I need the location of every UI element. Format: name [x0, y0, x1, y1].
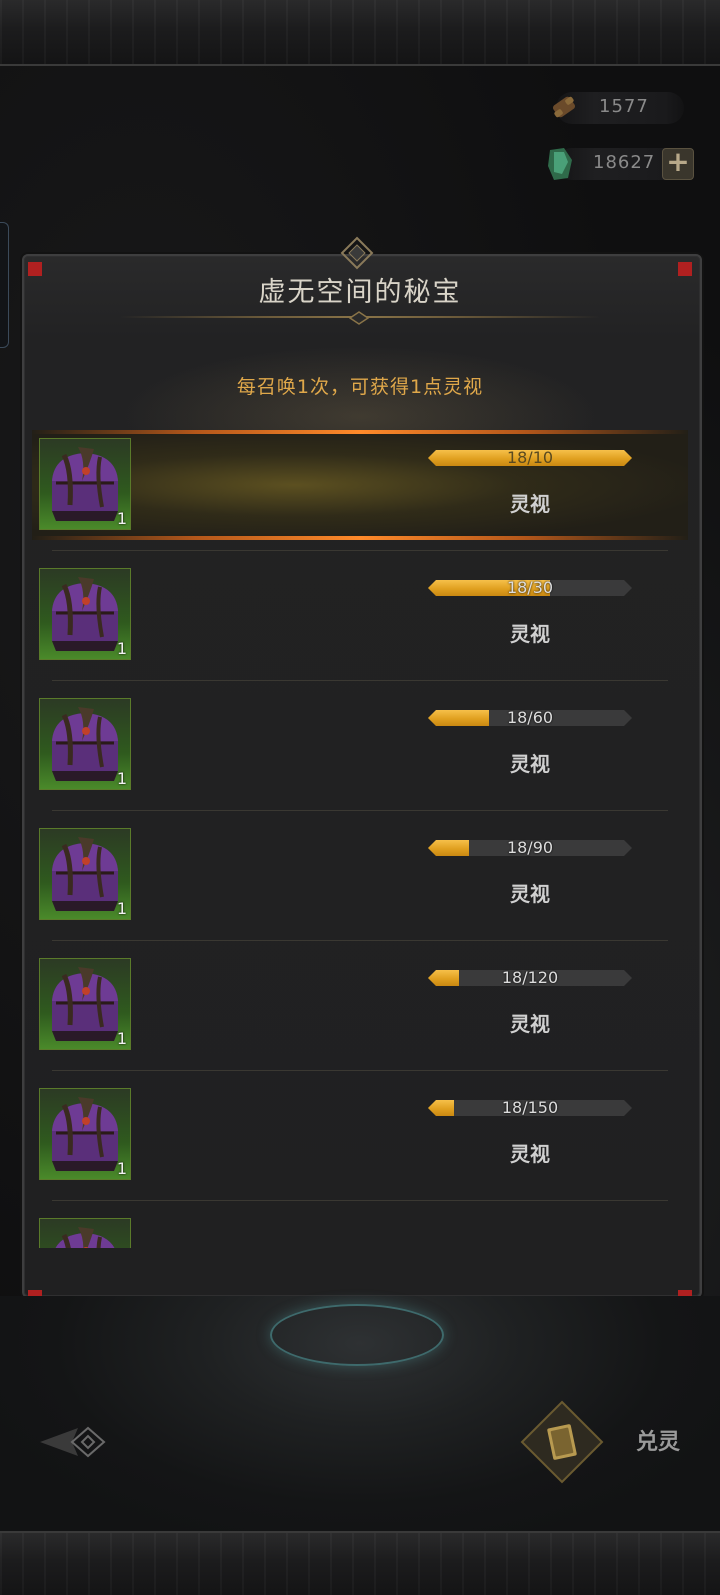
progress-text: 18/10: [506, 448, 554, 467]
reward-row[interactable]: 1 18/60 灵视: [32, 690, 688, 800]
add-gem-button[interactable]: +: [662, 148, 694, 180]
title-ornament-icon: [340, 236, 374, 270]
row-separator: [52, 550, 668, 551]
purple-chest-icon: [52, 707, 118, 781]
reward-item-slot[interactable]: 1: [39, 698, 131, 790]
divider-ornament-icon: [349, 311, 369, 325]
progress-text: 18/30: [506, 578, 554, 597]
highlight-glow: [32, 430, 688, 434]
progress-bar: 18/120: [428, 968, 632, 987]
scroll-icon: [552, 96, 576, 118]
row-separator: [52, 940, 668, 941]
item-count: 1: [116, 769, 127, 788]
card-icon[interactable]: [520, 1400, 604, 1484]
row-separator: [52, 680, 668, 681]
progress-bar: 18/60: [428, 708, 632, 727]
top-ornate-bar: [0, 0, 720, 66]
row-separator: [52, 810, 668, 811]
gem-currency: 18627 +: [548, 148, 694, 180]
reward-label: 灵视: [510, 1012, 550, 1036]
progress-text: 18/90: [506, 838, 554, 857]
progress-bar: 18/90: [428, 838, 632, 857]
panel-title: 虚无空间的秘宝: [258, 277, 462, 308]
purple-chest-icon: [55, 1227, 115, 1248]
purple-chest-icon: [52, 447, 118, 521]
purple-chest-icon: [52, 967, 118, 1041]
reward-row[interactable]: 1 18/120 灵视: [32, 950, 688, 1060]
highlight-glow: [32, 536, 688, 540]
reward-row[interactable]: 1 18/10 灵视: [32, 430, 688, 540]
reward-label: 灵视: [510, 492, 550, 516]
scroll-amount: 1577: [599, 96, 649, 117]
row-separator: [52, 1070, 668, 1071]
reward-label: 灵视: [510, 1142, 550, 1166]
reward-row[interactable]: 1 18/90 灵视: [32, 820, 688, 930]
item-count: 1: [116, 509, 127, 528]
reward-row[interactable]: [32, 1210, 688, 1248]
progress-bar: 18/10: [428, 448, 632, 467]
item-count: 1: [116, 639, 127, 658]
reward-row[interactable]: 1 18/30 灵视: [32, 560, 688, 670]
panel-subtitle: 每召唤1次，可获得1点灵视: [236, 376, 484, 398]
reward-item-slot[interactable]: 1: [39, 828, 131, 920]
progress-bar: 18/150: [428, 1098, 632, 1117]
progress-text: 18/150: [501, 1098, 559, 1117]
row-separator: [52, 1200, 668, 1201]
purple-chest-icon: [52, 1097, 118, 1171]
reward-item-slot[interactable]: 1: [39, 1088, 131, 1180]
back-arrow-icon[interactable]: [38, 1420, 108, 1464]
exchange-label[interactable]: 兑灵: [636, 1424, 680, 1456]
scroll-currency: 1577: [552, 92, 684, 124]
gem-amount: 18627: [593, 152, 656, 173]
progress-text: 18/60: [506, 708, 554, 727]
bottom-ornate-bar: [0, 1531, 720, 1595]
progress-text: 18/120: [501, 968, 559, 987]
item-count: 1: [116, 1159, 127, 1178]
reward-item-slot[interactable]: 1: [39, 568, 131, 660]
progress-bar: 18/30: [428, 578, 632, 597]
green-gem-icon: [548, 148, 572, 180]
item-count: 1: [116, 899, 127, 918]
item-count: 1: [116, 1029, 127, 1048]
reward-item-slot[interactable]: 1: [39, 958, 131, 1050]
reward-item-slot[interactable]: 1: [39, 438, 131, 530]
reward-item-slot[interactable]: [39, 1218, 131, 1248]
purple-chest-icon: [52, 577, 118, 651]
altar-ring: [270, 1304, 444, 1366]
reward-label: 灵视: [510, 752, 550, 776]
reward-label: 灵视: [510, 622, 550, 646]
reward-row[interactable]: 1 18/150 灵视: [32, 1080, 688, 1190]
purple-chest-icon: [52, 837, 118, 911]
reward-list[interactable]: 1 18/10 灵视 1 18/30 灵视 1 18/60 灵视 1 18/90…: [32, 430, 688, 1248]
reward-label: 灵视: [510, 882, 550, 906]
